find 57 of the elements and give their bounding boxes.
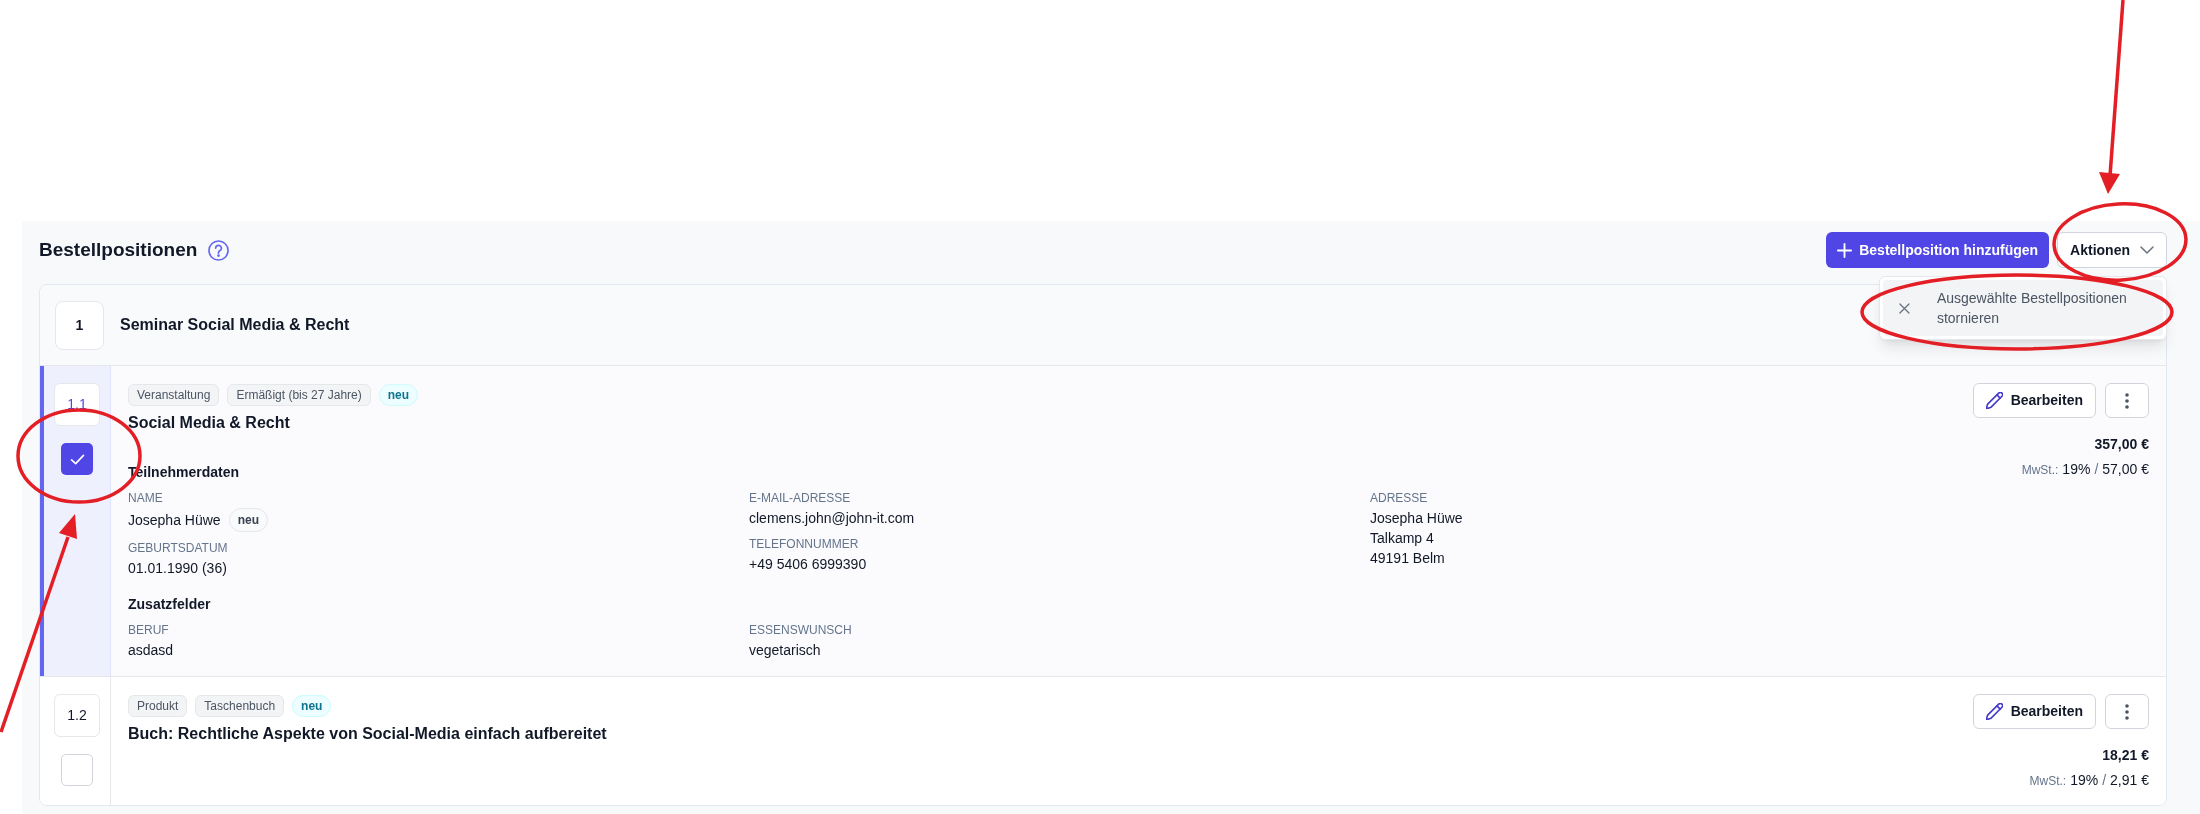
category-tag: Taschenbuch <box>195 695 285 717</box>
field-label: ESSENSWUNSCH <box>749 622 852 638</box>
more-options-button[interactable] <box>2105 383 2149 418</box>
position-number: 1.1 <box>54 383 100 426</box>
more-options-icon <box>2125 703 2129 720</box>
field-value: clemens.john@john-it.com <box>749 509 915 528</box>
menu-item[interactable]: Ausgewählte Bestellpositionen stornieren <box>1883 280 2163 336</box>
pencil-icon <box>1985 703 2003 720</box>
item-title: Buch: Rechtliche Aspekte von Social-Media einfach aufbereitet <box>128 724 607 744</box>
add-item-button[interactable]: Bestellposition hinzufügen <box>1826 232 2050 268</box>
more-options-icon <box>2125 392 2129 409</box>
field-label: TELEFONNUMMER <box>749 536 859 552</box>
checkbox[interactable] <box>61 443 93 475</box>
field-value: vegetarisch <box>749 641 821 660</box>
close-icon <box>1899 301 1910 315</box>
vat-separator: / <box>2094 460 2099 479</box>
section-title: Bestellpositionen <box>39 237 198 262</box>
edit-button[interactable]: Bearbeiten <box>1972 383 2096 418</box>
field-label: NAME <box>128 490 163 506</box>
category-tag: Ermäßigt (bis 27 Jahre) <box>227 384 371 406</box>
more-options-button[interactable] <box>2105 694 2149 729</box>
vat-label: MwSt.: <box>2029 773 2067 790</box>
new-badge: neu <box>228 508 268 532</box>
section-heading: Zusatzfelder <box>128 595 211 613</box>
field-label: ADRESSE <box>1370 490 1428 506</box>
field-value: asdasd <box>128 641 174 660</box>
vat-rate: 19% <box>2062 460 2091 479</box>
new-badge: neu <box>292 695 332 717</box>
chevron-down-icon <box>2140 246 2154 254</box>
check-icon <box>69 453 85 465</box>
plus-icon <box>1837 242 1853 258</box>
vat-amount: 57,00 € <box>2102 460 2149 479</box>
vat-amount: 2,91 € <box>2110 771 2149 790</box>
field-label: GEBURTSDATUM <box>128 540 228 556</box>
group-title: Seminar Social Media & Recht <box>120 315 350 335</box>
category-tag: Produkt <box>128 695 188 717</box>
checkbox[interactable] <box>61 754 93 786</box>
price: 357,00 € <box>2094 435 2149 454</box>
group-number: 1 <box>55 300 104 350</box>
vat-label: MwSt.: <box>2021 462 2059 479</box>
price: 18,21 € <box>2102 746 2149 765</box>
new-badge: neu <box>378 384 419 406</box>
field-label: BERUF <box>128 622 169 638</box>
field-value: +49 5406 6999390 <box>749 555 867 574</box>
field-label: E-MAIL-ADRESSE <box>749 490 851 506</box>
position-number: 1.2 <box>54 694 100 737</box>
category-tag: Veranstaltung <box>128 384 220 406</box>
vat-rate: 19% <box>2070 771 2099 790</box>
edit-button[interactable]: Bearbeiten <box>1972 694 2096 729</box>
field-value: Josepha Hüwe <box>128 511 221 530</box>
field-value: Josepha Hüwe Talkamp 4 49191 Belm <box>1370 509 1463 568</box>
item-title: Social Media & Recht <box>128 413 290 433</box>
vat-separator: / <box>2102 771 2107 790</box>
pencil-icon <box>1985 392 2003 409</box>
actions-dropdown-button[interactable]: Aktionen <box>2057 232 2167 268</box>
field-value: 01.01.1990 (36) <box>128 559 227 578</box>
help-icon[interactable] <box>208 239 230 261</box>
